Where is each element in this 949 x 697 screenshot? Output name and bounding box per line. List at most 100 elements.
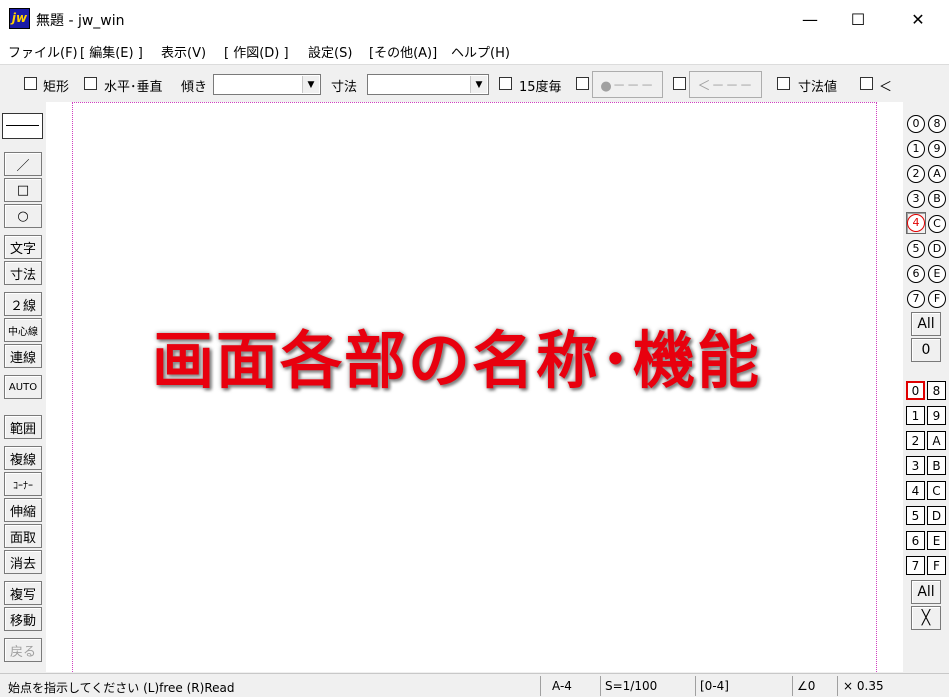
layer-button[interactable]: 9 (927, 138, 947, 160)
layer-button[interactable]: D (927, 238, 947, 260)
tool-range[interactable]: 範囲 (4, 415, 42, 439)
tool-copy-line[interactable]: 複線 (4, 446, 42, 470)
group-button[interactable]: 5 (906, 506, 925, 525)
tool-stretch[interactable]: 伸縮 (4, 498, 42, 522)
status-paper-size[interactable]: A-4 (552, 679, 572, 693)
status-layer[interactable]: [0-4] (700, 679, 729, 693)
close-button[interactable]: ✕ (895, 0, 941, 38)
menu-settings[interactable]: 設定(S) (308, 42, 352, 61)
minimize-button[interactable]: — (787, 0, 833, 38)
line-style-selector[interactable] (2, 113, 43, 139)
tool-undo[interactable]: 戻る (4, 638, 42, 662)
tool-text[interactable]: 文字 (4, 235, 42, 259)
status-divider (540, 676, 541, 696)
dim-combo[interactable]: ▼ (367, 74, 489, 95)
group-x-button[interactable]: ╳ (911, 606, 941, 630)
status-bar: 始点を指示してください (L)free (R)Read A-4 S=1/100 … (0, 673, 949, 697)
status-angle[interactable]: ∠0 (797, 679, 815, 693)
chevron-down-icon[interactable]: ▼ (302, 76, 319, 93)
group-button[interactable]: 7 (906, 556, 925, 575)
tool-double-line[interactable]: ２線 (4, 292, 42, 316)
tool-dimension[interactable]: 寸法 (4, 261, 42, 285)
tool-erase[interactable]: 消去 (4, 550, 42, 574)
layer-button[interactable]: C (927, 213, 947, 235)
chevron-down-icon[interactable]: ▼ (470, 76, 487, 93)
dimval-label: 寸法値 (798, 80, 838, 95)
tool-rect[interactable]: □ (4, 178, 42, 202)
layer-button[interactable]: B (927, 188, 947, 210)
deg15-checkbox[interactable] (499, 77, 512, 90)
status-scale[interactable]: S=1/100 (605, 679, 657, 693)
group-button-active[interactable]: 0 (906, 381, 925, 400)
layer-button[interactable]: 8 (927, 113, 947, 135)
minimize-icon: — (802, 9, 818, 29)
group-button[interactable]: 6 (906, 531, 925, 550)
angle-label: 傾き (181, 80, 208, 95)
menu-draw[interactable]: [ 作図(D) ] (224, 42, 289, 61)
circle-mode-button[interactable]: ●－－－ (592, 71, 663, 98)
app-icon[interactable]: jw (9, 8, 30, 29)
layer-button[interactable]: F (927, 288, 947, 310)
arrow-mode-button[interactable]: ＜－－－ (689, 71, 762, 98)
paper-border-right (876, 102, 877, 672)
group-button[interactable]: 9 (927, 406, 946, 425)
group-button[interactable]: 8 (927, 381, 946, 400)
group-button[interactable]: A (927, 431, 946, 450)
layer-button[interactable]: 6 (906, 263, 926, 285)
layer-button[interactable]: 0 (906, 113, 926, 135)
layer-button[interactable]: 2 (906, 163, 926, 185)
lt-label: ＜ (879, 80, 893, 95)
layer-all-button[interactable]: All (911, 312, 941, 336)
group-button[interactable]: 4 (906, 481, 925, 500)
arrow-mode-checkbox[interactable] (673, 77, 686, 90)
tool-center-line[interactable]: 中心線 (4, 318, 42, 342)
group-button[interactable]: F (927, 556, 946, 575)
tool-circle[interactable]: ○ (4, 204, 42, 228)
circle-mode-checkbox[interactable] (576, 77, 589, 90)
status-zoom[interactable]: × 0.35 (843, 679, 884, 693)
layer-button[interactable]: 5 (906, 238, 926, 260)
group-button[interactable]: B (927, 456, 946, 475)
group-button[interactable]: 2 (906, 431, 925, 450)
layer-button-active[interactable]: 4 (906, 212, 926, 234)
layer-zero-button[interactable]: 0 (911, 338, 941, 362)
paper-border-left (72, 102, 73, 672)
tool-auto[interactable]: AUTO (4, 375, 42, 399)
group-all-button[interactable]: All (911, 580, 941, 604)
angle-combo[interactable]: ▼ (213, 74, 321, 95)
lt-checkbox[interactable] (860, 77, 873, 90)
tool-chamfer[interactable]: 面取 (4, 524, 42, 548)
menu-other[interactable]: [その他(A)] (369, 42, 437, 61)
menu-help[interactable]: ヘルプ(H) (451, 42, 510, 61)
layer-button[interactable]: 1 (906, 138, 926, 160)
menu-edit[interactable]: [ 編集(E) ] (80, 42, 143, 61)
menu-view[interactable]: 表示(V) (161, 42, 206, 61)
rect-checkbox[interactable] (24, 77, 37, 90)
layer-button[interactable]: 7 (906, 288, 926, 310)
paper-border-top (72, 102, 877, 103)
tool-line[interactable]: ／ (4, 152, 42, 176)
group-button[interactable]: 3 (906, 456, 925, 475)
drawing-canvas[interactable]: 画面各部の名称･機能 (46, 102, 903, 672)
dim-label: 寸法 (331, 80, 358, 95)
group-button[interactable]: D (927, 506, 946, 525)
overlay-title: 画面各部の名称･機能 (152, 324, 762, 397)
tool-continuous-line[interactable]: 連線 (4, 344, 42, 368)
group-button[interactable]: E (927, 531, 946, 550)
tool-duplicate[interactable]: 複写 (4, 581, 42, 605)
control-toolbar: 矩形 水平･垂直 傾き ▼ 寸法 ▼ 15度毎 ●－－－ ＜－－－ 寸法値 ＜ (0, 64, 949, 102)
group-button[interactable]: 1 (906, 406, 925, 425)
hv-checkbox[interactable] (84, 77, 97, 90)
menu-file[interactable]: ファイル(F) (8, 42, 78, 61)
layer-button[interactable]: 3 (906, 188, 926, 210)
layer-button[interactable]: A (927, 163, 947, 185)
group-button[interactable]: C (927, 481, 946, 500)
layer-button[interactable]: E (927, 263, 947, 285)
tool-corner[interactable]: ｺｰﾅｰ (4, 472, 42, 496)
status-divider (600, 676, 601, 696)
dimval-checkbox[interactable] (777, 77, 790, 90)
status-message: 始点を指示してください (L)free (R)Read (8, 681, 235, 695)
maximize-button[interactable]: ☐ (835, 0, 881, 38)
title-bar: jw 無題 - jw_win — ☐ ✕ (0, 0, 949, 38)
tool-move[interactable]: 移動 (4, 607, 42, 631)
